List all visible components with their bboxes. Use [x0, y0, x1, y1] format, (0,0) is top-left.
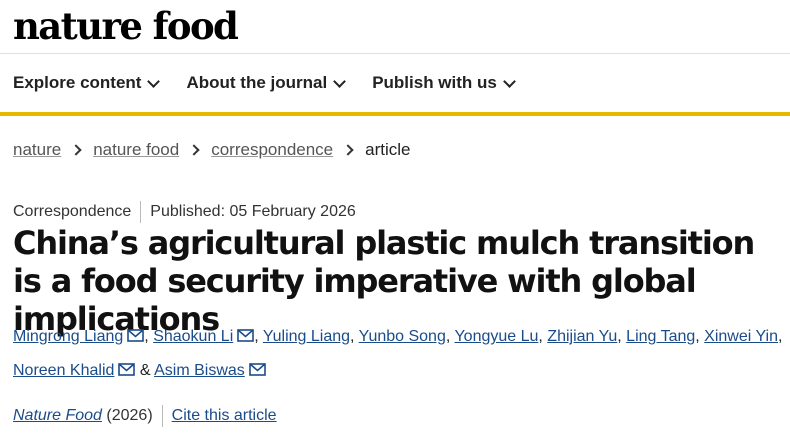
- author-item: Xinwei Yin,: [704, 328, 782, 345]
- breadcrumb-nature-food[interactable]: nature food: [93, 140, 179, 160]
- author-item: Shaokun Li,: [153, 328, 263, 345]
- nav-item-label: About the journal: [186, 73, 328, 92]
- author-item: Ling Tang,: [626, 328, 704, 345]
- author-link[interactable]: Yongyue Lu: [454, 328, 538, 345]
- breadcrumb-current: article: [365, 140, 411, 159]
- breadcrumb-nature[interactable]: nature: [13, 140, 61, 160]
- author-item: Asim Biswas: [154, 362, 266, 379]
- chevron-right-icon: [188, 144, 200, 156]
- author-separator: ,: [254, 328, 263, 345]
- chevron-right-icon: [342, 144, 354, 156]
- author-separator: ,: [350, 328, 359, 345]
- author-item: Mingrong Liang,: [13, 328, 153, 345]
- nav-item-label: Publish with us: [372, 73, 497, 92]
- divider: [140, 201, 142, 223]
- author-item: Yunbo Song,: [359, 328, 455, 345]
- cite-article-link[interactable]: Cite this article: [172, 407, 277, 425]
- year-text: (2026): [106, 407, 153, 424]
- masthead: nature food: [0, 0, 790, 54]
- author-list: Mingrong Liang, Shaokun Li, Yuling Liang…: [13, 320, 790, 388]
- article-meta: Correspondence Published: 05 February 20…: [13, 201, 356, 223]
- citation-line: Nature Food (2026) Cite this article: [13, 405, 277, 427]
- author-item: Noreen Khalid &: [13, 362, 154, 379]
- author-separator: ,: [144, 328, 154, 345]
- mail-icon[interactable]: [127, 329, 145, 342]
- author-separator: ,: [538, 328, 548, 345]
- chevron-down-icon: [502, 74, 516, 88]
- author-separator: ,: [617, 328, 627, 345]
- chevron-right-icon: [70, 144, 82, 156]
- author-link[interactable]: Shaokun Li: [153, 328, 233, 345]
- nav-explore-content[interactable]: Explore content: [13, 73, 161, 93]
- author-link[interactable]: Noreen Khalid: [13, 362, 114, 379]
- journal-link[interactable]: Nature Food: [13, 407, 102, 425]
- publication-year: (2026): [102, 407, 153, 425]
- nav-publish-with-us[interactable]: Publish with us: [372, 73, 516, 93]
- chevron-down-icon: [333, 74, 347, 88]
- nav-item-label: Explore content: [13, 73, 142, 92]
- breadcrumb: nature nature food correspondence articl…: [13, 140, 411, 160]
- divider: [161, 405, 163, 427]
- author-link[interactable]: Ling Tang: [626, 328, 695, 345]
- author-item: Yongyue Lu,: [454, 328, 547, 345]
- author-link[interactable]: Xinwei Yin: [704, 328, 778, 345]
- journal-logo[interactable]: nature food: [13, 2, 239, 50]
- mail-icon[interactable]: [237, 329, 255, 342]
- breadcrumb-correspondence[interactable]: correspondence: [211, 140, 333, 160]
- author-item: Yuling Liang,: [263, 328, 359, 345]
- author-separator: ,: [778, 328, 783, 345]
- mail-icon[interactable]: [248, 363, 266, 376]
- author-link[interactable]: Yunbo Song: [359, 328, 446, 345]
- author-item: Zhijian Yu,: [547, 328, 626, 345]
- chevron-down-icon: [147, 74, 161, 88]
- author-link[interactable]: Yuling Liang: [263, 328, 350, 345]
- published-date: Published: 05 February 2026: [150, 203, 356, 220]
- main-nav: Explore content About the journal Publis…: [0, 54, 790, 116]
- author-link[interactable]: Mingrong Liang: [13, 328, 123, 345]
- article-type: Correspondence: [13, 203, 132, 220]
- mail-icon[interactable]: [118, 363, 136, 376]
- nav-about-journal[interactable]: About the journal: [186, 73, 347, 93]
- author-separator: &: [135, 362, 155, 379]
- author-link[interactable]: Zhijian Yu: [547, 328, 617, 345]
- author-separator: ,: [695, 328, 705, 345]
- author-link[interactable]: Asim Biswas: [154, 362, 245, 379]
